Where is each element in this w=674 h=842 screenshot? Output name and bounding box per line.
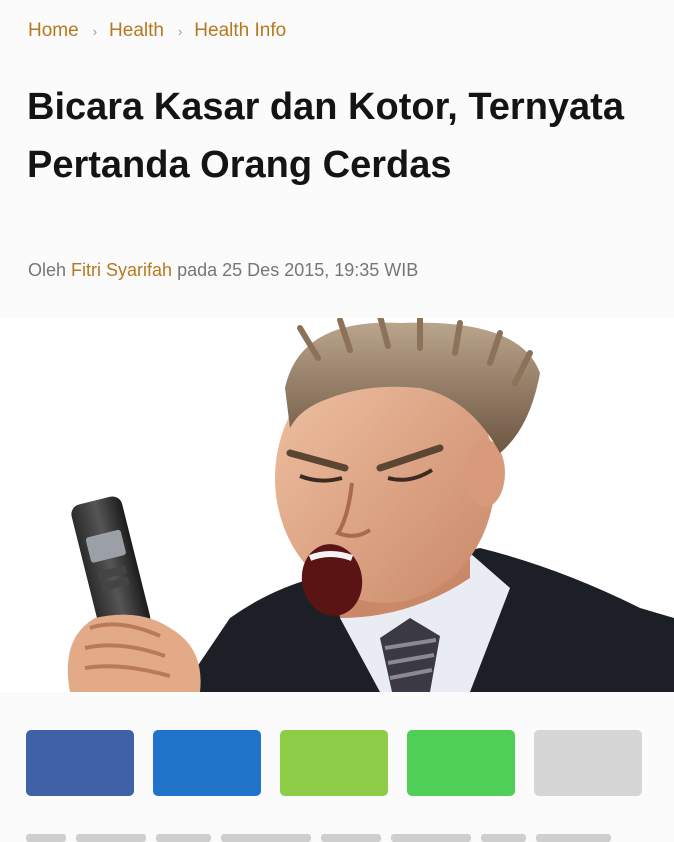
breadcrumb: Home › Health › Health Info: [28, 20, 286, 42]
line-share-button[interactable]: [280, 730, 388, 796]
article-body-cutoff: [26, 828, 646, 842]
whatsapp-share-button[interactable]: [407, 730, 515, 796]
breadcrumb-separator: ›: [92, 23, 98, 39]
author-link[interactable]: Fitri Syarifah: [71, 260, 172, 280]
hero-image: [0, 318, 674, 692]
breadcrumb-health-info-link[interactable]: Health Info: [194, 20, 286, 42]
copy-link-button[interactable]: [534, 730, 642, 796]
breadcrumb-health-link[interactable]: Health: [109, 20, 164, 42]
share-buttons: [26, 730, 642, 796]
facebook-share-button[interactable]: [26, 730, 134, 796]
article-title: Bicara Kasar dan Kotor, Ternyata Pertand…: [27, 86, 624, 186]
publish-date: 25 Des 2015, 19:35 WIB: [222, 260, 419, 280]
byline-middle: pada: [177, 260, 218, 280]
byline-prefix: Oleh: [28, 260, 67, 280]
breadcrumb-home-link[interactable]: Home: [28, 20, 79, 42]
breadcrumb-separator: ›: [177, 23, 183, 39]
hero-illustration: [0, 318, 674, 692]
twitter-share-button[interactable]: [153, 730, 261, 796]
article-byline: Oleh Fitri Syarifah pada 25 Des 2015, 19…: [28, 260, 418, 281]
